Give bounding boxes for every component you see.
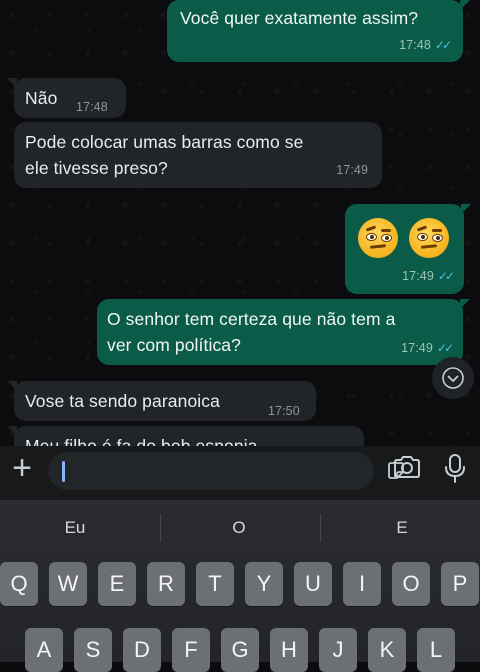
message-text-line: ele tivesse preso?	[25, 158, 168, 178]
message-text: Você quer exatamente assim?	[180, 8, 419, 28]
read-ticks-icon: ✓✓	[434, 38, 452, 52]
message-time: 17:49	[401, 341, 433, 355]
key-g[interactable]: G	[221, 628, 259, 672]
key-i[interactable]: I	[343, 562, 381, 606]
message-time: 17:49	[402, 269, 434, 283]
key-s[interactable]: S	[74, 628, 112, 672]
face-with-raised-eyebrow-icon	[409, 218, 449, 258]
suggestion-bar: Eu O E	[0, 500, 480, 556]
message-incoming[interactable]: Vose ta sendo paranoica 17:50	[7, 381, 316, 421]
scroll-to-bottom-button[interactable]	[432, 357, 474, 399]
message-outgoing[interactable]: Você quer exatamente assim? 17:48 ✓✓	[167, 0, 470, 62]
key-u[interactable]: U	[294, 562, 332, 606]
key-f[interactable]: F	[172, 628, 210, 672]
message-meta: 17:48 ✓✓	[399, 33, 452, 57]
key-a[interactable]: A	[25, 628, 63, 672]
camera-icon[interactable]	[392, 454, 422, 480]
message-meta: 17:49 ✓✓	[401, 336, 454, 360]
message-outgoing[interactable]: 17:49 ✓✓	[345, 204, 471, 294]
message-time: 17:48	[399, 38, 431, 52]
key-p[interactable]: P	[441, 562, 479, 606]
key-y[interactable]: Y	[245, 562, 283, 606]
message-text-line: ver com política?	[107, 335, 241, 355]
message-time: 17:50	[268, 404, 300, 418]
suggestion-item[interactable]: E	[352, 518, 452, 538]
message-meta: 17:49 ✓✓	[402, 264, 455, 288]
key-d[interactable]: D	[123, 628, 161, 672]
message-time: 17:48	[76, 100, 108, 114]
key-q[interactable]: Q	[0, 562, 38, 606]
message-incoming[interactable]: Não 17:48	[7, 78, 126, 118]
message-outgoing[interactable]: O senhor tem certeza que não tem a ver c…	[97, 299, 470, 365]
message-incoming[interactable]: Meu filho é fa do bob esponja	[7, 426, 364, 446]
key-k[interactable]: K	[368, 628, 406, 672]
text-cursor	[62, 461, 65, 482]
message-text: Vose ta sendo paranoica	[25, 391, 220, 411]
key-o[interactable]: O	[392, 562, 430, 606]
divider	[160, 514, 161, 542]
chat-area: Você quer exatamente assim? 17:48 ✓✓ Não …	[0, 0, 480, 446]
face-with-raised-eyebrow-icon	[358, 218, 398, 258]
plus-icon[interactable]: +	[7, 451, 37, 485]
key-j[interactable]: J	[319, 628, 357, 672]
key-e[interactable]: E	[98, 562, 136, 606]
key-t[interactable]: T	[196, 562, 234, 606]
composer-bar: +	[0, 446, 480, 500]
onscreen-keyboard: Eu O E Q W E R T Y U I O P A S D F G H J…	[0, 500, 480, 672]
suggestion-item[interactable]: O	[189, 518, 289, 538]
message-time: 17:49	[336, 163, 368, 177]
message-text-line: O senhor tem certeza que não tem a	[107, 309, 396, 329]
read-ticks-icon: ✓✓	[437, 269, 455, 283]
message-text-line: Pode colocar umas barras como se	[25, 132, 304, 152]
key-w[interactable]: W	[49, 562, 87, 606]
microphone-icon[interactable]	[444, 453, 466, 485]
message-text: Meu filho é fa do bob esponja	[25, 436, 258, 446]
suggestion-item[interactable]: Eu	[25, 518, 125, 538]
divider	[320, 514, 321, 542]
message-input[interactable]	[48, 452, 404, 490]
message-text: Não	[25, 88, 58, 108]
read-ticks-icon: ✓✓	[436, 341, 454, 355]
chevron-down-icon	[442, 367, 464, 389]
message-incoming[interactable]: Pode colocar umas barras como se ele tiv…	[14, 122, 382, 188]
key-h[interactable]: H	[270, 628, 308, 672]
key-r[interactable]: R	[147, 562, 185, 606]
key-l[interactable]: L	[417, 628, 455, 672]
